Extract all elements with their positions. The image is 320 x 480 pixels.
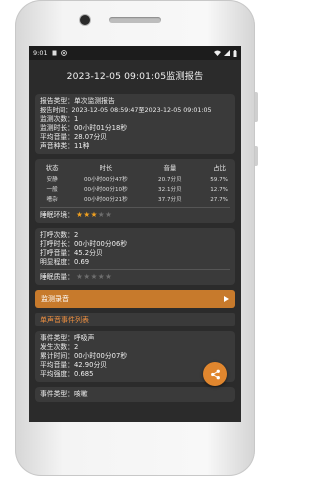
phone-speaker	[109, 17, 161, 23]
app-title: 2023-12-05 09:01:05监测报告	[29, 60, 241, 90]
header-ratio: 占比	[213, 164, 226, 172]
wifi-icon	[214, 50, 221, 56]
sleep-environment-stars: ★★★★★	[76, 210, 112, 219]
ratio-cell: 27.7%	[210, 196, 228, 203]
report-time: 报告时间：2023-12-05 08:59:47至2023-12-05 09:0…	[40, 107, 212, 114]
state-cell: 嘈杂	[46, 196, 58, 203]
star-empty-icon: ★	[97, 210, 106, 219]
sleep-environment-label: 睡眠环境：	[40, 211, 74, 219]
state-cell: 安静	[46, 176, 58, 183]
volume-cell: 32.1分贝	[158, 186, 182, 193]
sound-types: 声音种类：11种	[40, 142, 90, 150]
monitor-count: 监测次数：1	[40, 115, 79, 123]
single-event-list-title: 单声音事件列表	[35, 313, 235, 326]
record-icon	[60, 50, 67, 56]
divider	[40, 269, 230, 270]
sleep-quality-label: 睡眠质量：	[40, 273, 74, 281]
ratio-cell: 59.7%	[210, 176, 228, 183]
snore-intensity: 明显程度：0.69	[40, 258, 90, 266]
duration-cell: 00小时00分21秒	[83, 196, 128, 203]
star-filled-icon: ★	[83, 210, 91, 219]
sim-icon	[52, 50, 57, 56]
event-type: 事件类型：咳嗽	[40, 390, 88, 398]
table-row: 安静 00小时00分47秒 20.7分贝 59.7%	[40, 175, 230, 185]
star-empty-icon: ★	[90, 272, 98, 281]
duration-cell: 00小时00分47秒	[83, 176, 128, 183]
status-time: 9:01	[33, 49, 48, 57]
star-filled-icon: ★	[90, 210, 98, 219]
power-button	[255, 146, 258, 166]
phone-camera	[79, 14, 91, 26]
volume-button	[255, 92, 258, 122]
status-bar: 9:01	[29, 46, 241, 60]
event-average-intensity: 平均强度：0.685	[40, 370, 94, 378]
event-count: 发生次数：2	[40, 343, 79, 351]
sleep-quality-row: 睡眠质量： ★★★★★	[40, 272, 230, 282]
divider	[40, 207, 230, 208]
report-summary-card: 报告类型：单次监测报告 报告时间：2023-12-05 08:59:47至202…	[35, 94, 235, 154]
monitor-recording-button[interactable]: 监测录音	[35, 290, 235, 308]
average-volume: 平均音量：28.07分贝	[40, 133, 108, 141]
volume-cell: 20.7分贝	[158, 176, 182, 183]
monitor-duration: 监测时长：00小时01分18秒	[40, 124, 128, 132]
star-empty-icon: ★	[97, 272, 106, 281]
monitor-recording-label: 监测录音	[41, 295, 69, 303]
ratio-cell: 12.7%	[210, 186, 228, 193]
event-average-volume: 平均音量：42.90分贝	[40, 361, 108, 369]
state-table: 状态 时长 音量 占比 安静 00小时00分47秒 20.7分贝 59.7% 一…	[40, 162, 230, 205]
snore-count: 打呼次数：2	[40, 231, 79, 239]
signal-icon	[224, 50, 230, 56]
star-empty-icon: ★	[105, 210, 113, 219]
share-icon	[210, 369, 220, 379]
state-stats-card: 状态 时长 音量 占比 安静 00小时00分47秒 20.7分贝 59.7% 一…	[35, 159, 235, 223]
snore-duration: 打呼时长：00小时00分06秒	[40, 240, 128, 248]
play-icon	[224, 296, 229, 302]
state-table-header: 状态 时长 音量 占比	[40, 162, 230, 175]
snore-volume: 打呼音量：45.2分贝	[40, 249, 103, 257]
sleep-environment-row: 睡眠环境： ★★★★★	[40, 210, 230, 220]
report-type: 报告类型：单次监测报告	[40, 97, 115, 105]
table-row: 一般 00小时00分10秒 32.1分贝 12.7%	[40, 185, 230, 195]
star-empty-icon: ★	[105, 272, 113, 281]
snore-card: 打呼次数：2 打呼时长：00小时00分06秒 打呼音量：45.2分贝 明显程度：…	[35, 228, 235, 285]
volume-cell: 37.7分贝	[158, 196, 182, 203]
sleep-quality-stars: ★★★★★	[76, 272, 112, 281]
state-cell: 一般	[46, 186, 58, 193]
event-total-time: 累计时间：00小时00分07秒	[40, 352, 128, 360]
duration-cell: 00小时00分10秒	[83, 186, 128, 193]
event-card: 事件类型：咳嗽	[35, 387, 235, 402]
table-row: 嘈杂 00小时00分21秒 37.7分贝 27.7%	[40, 195, 230, 205]
share-button[interactable]	[203, 362, 227, 386]
header-volume: 音量	[163, 164, 177, 172]
star-empty-icon: ★	[83, 272, 91, 281]
event-type: 事件类型：呼吸声	[40, 334, 95, 342]
battery-icon	[233, 49, 237, 57]
header-duration: 时长	[99, 164, 113, 172]
header-state: 状态	[45, 164, 59, 172]
